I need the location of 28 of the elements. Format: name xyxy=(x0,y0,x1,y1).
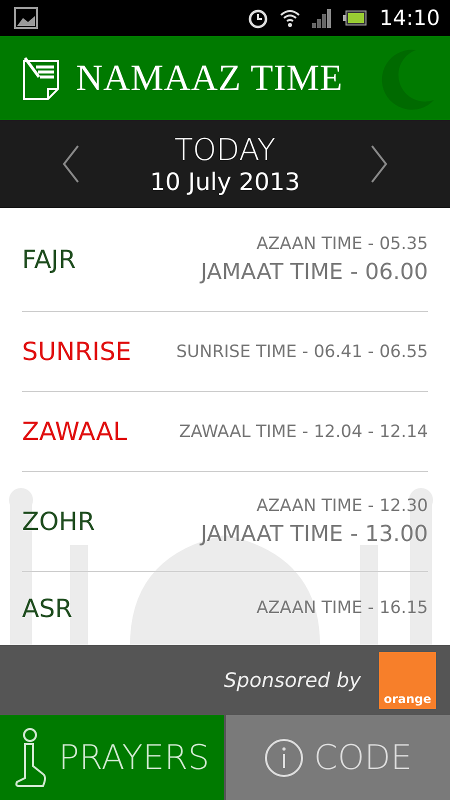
wifi-icon xyxy=(279,8,302,28)
date-label: 10 July 2013 xyxy=(150,168,300,196)
prayer-name: ZOHR xyxy=(22,507,95,536)
clock-time: 14:10 xyxy=(379,6,440,30)
app-title: NAMAAZ TIME xyxy=(76,56,343,100)
prayer-time: JAMAAT TIME - 06.00 xyxy=(200,260,428,285)
sponsor-text: Sponsored by xyxy=(224,668,361,692)
battery-icon xyxy=(343,10,368,26)
prayer-name: SUNRISE xyxy=(22,337,132,366)
prayer-name: FAJR xyxy=(22,245,76,274)
picture-icon xyxy=(14,7,38,29)
signal-icon xyxy=(311,8,334,28)
kneeling-person-icon xyxy=(14,728,49,788)
prayer-time: AZAAN TIME - 12.30 xyxy=(256,496,428,516)
prayer-name: ASR xyxy=(22,594,72,622)
day-label: TODAY xyxy=(174,132,276,168)
notepad-icon xyxy=(22,55,60,101)
prayer-time: JAMAAT TIME - 13.00 xyxy=(200,522,428,547)
sponsor-logo: orange xyxy=(379,652,436,708)
info-icon xyxy=(264,738,304,778)
nav-tab[interactable]: CODE xyxy=(224,715,450,800)
prayer-time: AZAAN TIME - 05.35 xyxy=(256,234,428,254)
prayer-time: AZAAN TIME - 16.15 xyxy=(256,598,428,618)
alarm-clock-icon xyxy=(247,7,270,29)
nav-tab[interactable]: PRAYERS xyxy=(0,715,224,800)
prayer-time: SUNRISE TIME - 06.41 - 06.55 xyxy=(176,342,428,362)
prayer-time: ZAWAAL TIME - 12.04 - 12.14 xyxy=(179,422,428,442)
prayer-name: ZAWAAL xyxy=(22,417,128,446)
